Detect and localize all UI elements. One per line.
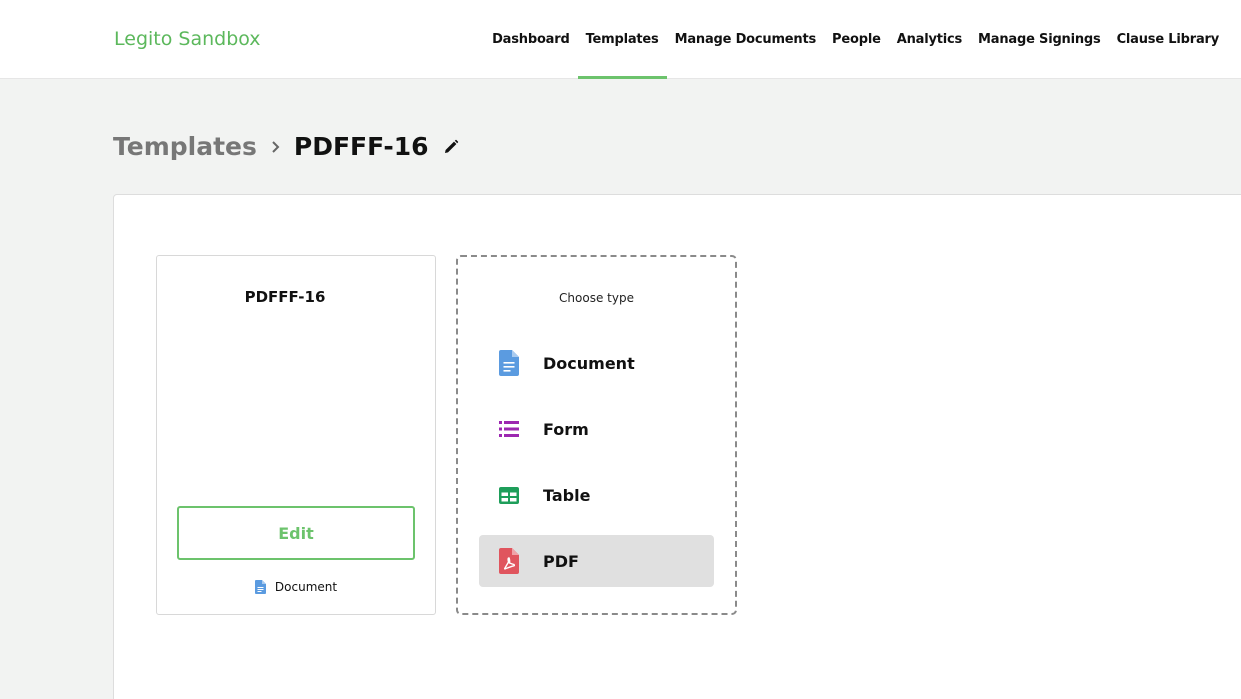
nav-clause-library[interactable]: Clause Library — [1109, 0, 1227, 79]
nav-dashboard[interactable]: Dashboard — [484, 0, 577, 79]
page-title: PDFFF-16 — [293, 132, 429, 161]
template-card-title: PDFFF-16 — [244, 288, 326, 306]
main-nav: Dashboard Templates Manage Documents Peo… — [484, 0, 1227, 79]
template-card: PDFFF-16 Edit Document — [156, 255, 436, 615]
template-type: Document — [157, 580, 435, 594]
chevron-right-icon — [272, 140, 280, 153]
template-type-label: Document — [274, 580, 338, 594]
type-chooser: Choose type Document Form Table PDF — [456, 255, 737, 615]
nav-manage-signings[interactable]: Manage Signings — [970, 0, 1109, 79]
type-option-document[interactable]: Document — [479, 337, 714, 389]
nav-people[interactable]: People — [824, 0, 889, 79]
brand-logo[interactable]: Legito Sandbox — [114, 28, 261, 50]
type-option-label: Table — [543, 485, 591, 505]
pdf-icon — [499, 548, 519, 574]
type-option-pdf[interactable]: PDF — [479, 535, 714, 587]
breadcrumb-templates-link[interactable]: Templates — [113, 132, 257, 161]
type-option-label: PDF — [543, 551, 579, 571]
breadcrumb: Templates PDFFF-16 — [113, 132, 459, 161]
type-option-table[interactable]: Table — [479, 469, 714, 521]
table-icon — [499, 486, 519, 504]
nav-analytics[interactable]: Analytics — [889, 0, 970, 79]
top-navigation-bar: Legito Sandbox Dashboard Templates Manag… — [0, 0, 1241, 79]
pencil-icon[interactable] — [443, 139, 459, 155]
nav-manage-documents[interactable]: Manage Documents — [667, 0, 824, 79]
chooser-title: Choose type — [559, 291, 634, 305]
edit-button[interactable]: Edit — [177, 506, 415, 560]
type-option-label: Document — [543, 353, 635, 373]
type-option-form[interactable]: Form — [479, 403, 714, 455]
type-option-label: Form — [543, 419, 589, 439]
document-icon — [254, 580, 266, 594]
document-icon — [499, 350, 519, 376]
list-icon — [499, 421, 519, 437]
nav-templates[interactable]: Templates — [577, 0, 667, 79]
